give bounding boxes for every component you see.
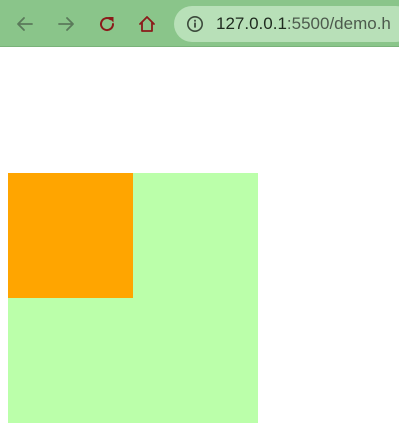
forward-button[interactable] — [53, 11, 79, 37]
url-host: 127.0.0.1 — [216, 14, 287, 33]
reload-button[interactable] — [94, 11, 120, 37]
page-viewport — [0, 47, 399, 435]
address-bar[interactable]: 127.0.0.1:5500/demo.h — [174, 6, 399, 42]
home-icon — [139, 16, 155, 32]
url-text[interactable]: 127.0.0.1:5500/demo.h — [216, 13, 391, 35]
reload-icon — [100, 17, 115, 32]
url-path: :5500/demo.h — [286, 14, 391, 33]
back-button[interactable] — [12, 11, 38, 37]
arrow-left-icon — [17, 17, 33, 31]
info-icon[interactable] — [186, 15, 204, 33]
inner-box — [8, 173, 133, 298]
browser-toolbar: 127.0.0.1:5500/demo.h — [0, 0, 399, 47]
outer-box — [8, 173, 258, 423]
home-button[interactable] — [134, 11, 160, 37]
arrow-right-icon — [58, 17, 74, 31]
